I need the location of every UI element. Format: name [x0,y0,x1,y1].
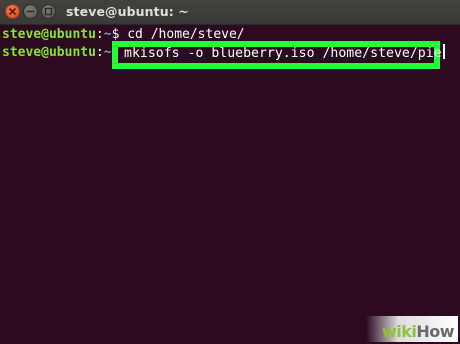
maximize-icon [44,7,53,16]
prompt-path: ~ [103,45,112,60]
window-title: steve@ubuntu: ~ [66,4,189,19]
close-window-button[interactable] [5,4,20,19]
close-icon [9,8,16,15]
watermark-how: How [416,322,454,341]
wikihow-watermark: wikiHow [381,322,455,341]
command-text: cd /home/steve/ [127,27,245,42]
minimize-icon [26,10,35,13]
current-command-input[interactable]: mkisofs -o blueberry.iso /home/steve/pie [124,44,445,63]
prompt-separator: : [95,27,104,42]
title-bar: steve@ubuntu: ~ [0,0,460,25]
prompt-user-host: steve@ubuntu [2,45,96,60]
prompt-separator: : [95,45,104,60]
current-command-text: mkisofs -o blueberry.iso /home/steve/pie [124,46,442,61]
prompt-symbol: $ [111,27,128,42]
minimize-window-button[interactable] [23,4,38,19]
prompt-user-host: steve@ubuntu [2,27,96,42]
terminal-area[interactable]: steve@ubuntu:~$ cd /home/steve/ steve@ub… [0,25,460,344]
prompt-path: ~ [103,27,112,42]
watermark-wiki: wiki [381,322,417,341]
text-cursor [442,44,445,59]
maximize-window-button[interactable] [41,4,56,19]
terminal-line: steve@ubuntu:~$ [2,44,127,62]
